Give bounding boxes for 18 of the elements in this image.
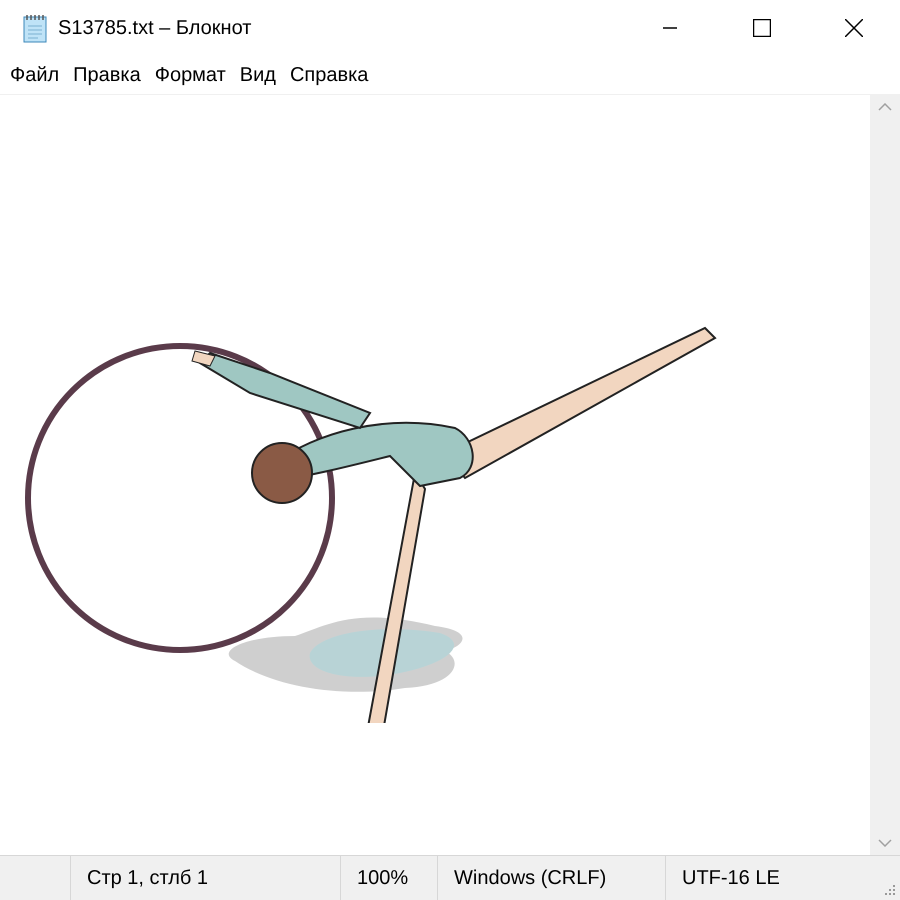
minimize-icon xyxy=(663,27,677,29)
notepad-icon xyxy=(22,13,48,43)
menu-item[interactable]: Правка xyxy=(66,64,148,86)
window-title: S13785.txt – Блокнот xyxy=(58,16,252,40)
status-field: 100% xyxy=(340,856,437,900)
close-icon xyxy=(845,19,863,37)
status-field: UTF-16 LE xyxy=(665,856,870,900)
maximize-icon xyxy=(753,19,771,37)
menu-item[interactable]: Файл xyxy=(3,64,66,86)
status-field: Стр 1, стлб 1 xyxy=(70,856,340,900)
menu-item[interactable]: Формат xyxy=(148,64,233,86)
status-field: Windows (CRLF) xyxy=(437,856,665,900)
scrollbar[interactable] xyxy=(870,95,900,855)
scroll-up-icon[interactable] xyxy=(878,103,892,111)
scroll-down-icon[interactable] xyxy=(878,839,892,847)
menu-item[interactable]: Вид xyxy=(232,64,283,86)
menu-item[interactable]: Справка xyxy=(282,64,376,86)
resize-grip-icon[interactable] xyxy=(882,882,896,896)
